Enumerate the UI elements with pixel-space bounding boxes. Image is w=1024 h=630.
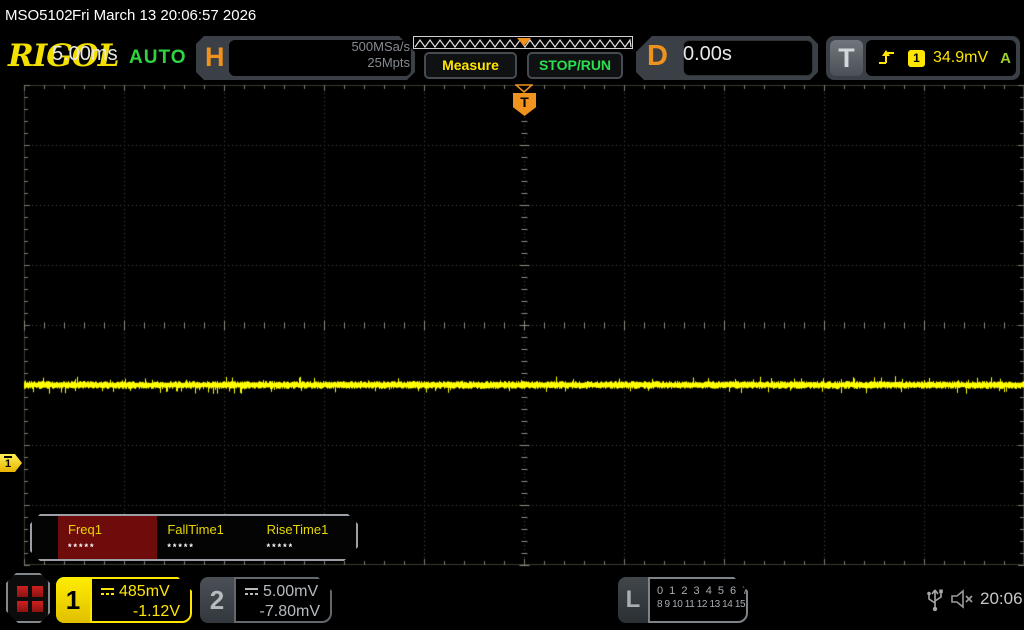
measurement-results-box: Freq1 ***** FallTime1 ***** RiseTime1 **… — [30, 514, 358, 561]
channel1-values: 485mV -1.12V — [90, 577, 192, 623]
clock: 20:06 — [980, 589, 1023, 609]
datetime-label: Fri March 13 20:06:57 2026 — [72, 7, 256, 24]
trigger-block[interactable]: T 1 34.9mV A — [826, 36, 1020, 80]
channel2-status-block[interactable]: 2 5.00mV -7.80mV — [200, 577, 332, 623]
memory-position-pointer-icon — [517, 38, 531, 46]
horizontal-label: H — [205, 42, 225, 73]
rising-edge-icon — [878, 49, 896, 67]
memory-position-indicator[interactable] — [413, 36, 633, 49]
oscilloscope-screen: MSO5102 Fri March 13 20:06:57 2026 RIGOL… — [0, 0, 1024, 630]
measurement-falltime1[interactable]: FallTime1 ***** — [157, 516, 256, 559]
stop-run-button[interactable]: STOP/RUN — [527, 52, 623, 79]
waveform-graticule — [0, 84, 1024, 568]
trigger-status-auto: AUTO — [129, 47, 186, 69]
usb-plug-icon — [926, 585, 944, 613]
channel1-offset: -1.12V — [100, 602, 182, 621]
trigger-position-top-icon[interactable] — [515, 84, 533, 93]
trigger-source-badge: 1 — [908, 50, 925, 67]
channel2-values: 5.00mV -7.80mV — [234, 577, 332, 623]
measurement-freq1[interactable]: Freq1 ***** — [58, 516, 157, 559]
channel2-scale: 5.00mV — [263, 582, 318, 602]
muted-speaker-icon[interactable] — [950, 588, 974, 610]
trigger-level-value: 34.9mV — [933, 49, 988, 67]
channel1-scale: 485mV — [119, 582, 170, 602]
sample-rate: 500MSa/s — [262, 39, 410, 55]
timebase-value: 5.00ms — [52, 43, 118, 66]
measurement-risetime1[interactable]: RiseTime1 ***** — [257, 516, 356, 559]
trigger-inner-panel: 1 34.9mV A — [866, 40, 1016, 76]
logic-channels-row2: 8 9 10 11 12 13 14 15 — [657, 598, 746, 612]
logic-channels: 0 1 2 3 4 5 6 7 8 9 10 11 12 13 14 15 — [648, 577, 748, 623]
logic-channels-row1: 0 1 2 3 4 5 6 7 — [657, 584, 746, 598]
dc-coupling-icon — [244, 587, 259, 597]
channel2-number: 2 — [200, 577, 234, 623]
delay-label: D — [647, 40, 668, 73]
trigger-label: T — [830, 40, 863, 76]
logic-analyzer-block[interactable]: L 0 1 2 3 4 5 6 7 8 9 10 11 12 13 14 15 — [618, 577, 748, 623]
model-label: MSO5102 — [5, 7, 73, 24]
trigger-sweep-mode: A — [1000, 50, 1011, 67]
channel2-offset: -7.80mV — [244, 602, 322, 621]
dc-coupling-icon — [100, 587, 115, 597]
logic-label: L — [618, 577, 648, 623]
channel1-status-block[interactable]: 1 485mV -1.12V — [56, 577, 192, 623]
title-bar: MSO5102 Fri March 13 20:06:57 2026 — [0, 0, 1024, 30]
delay-value: 0.00s — [683, 43, 732, 66]
measure-button[interactable]: Measure — [424, 52, 517, 79]
channel1-number: 1 — [56, 577, 90, 623]
memory-depth: 25Mpts — [262, 55, 410, 71]
sample-rate-memory: 500MSa/s 25Mpts — [262, 39, 410, 71]
red-grid-icon — [17, 586, 43, 612]
menu-grid-button[interactable] — [6, 573, 50, 623]
